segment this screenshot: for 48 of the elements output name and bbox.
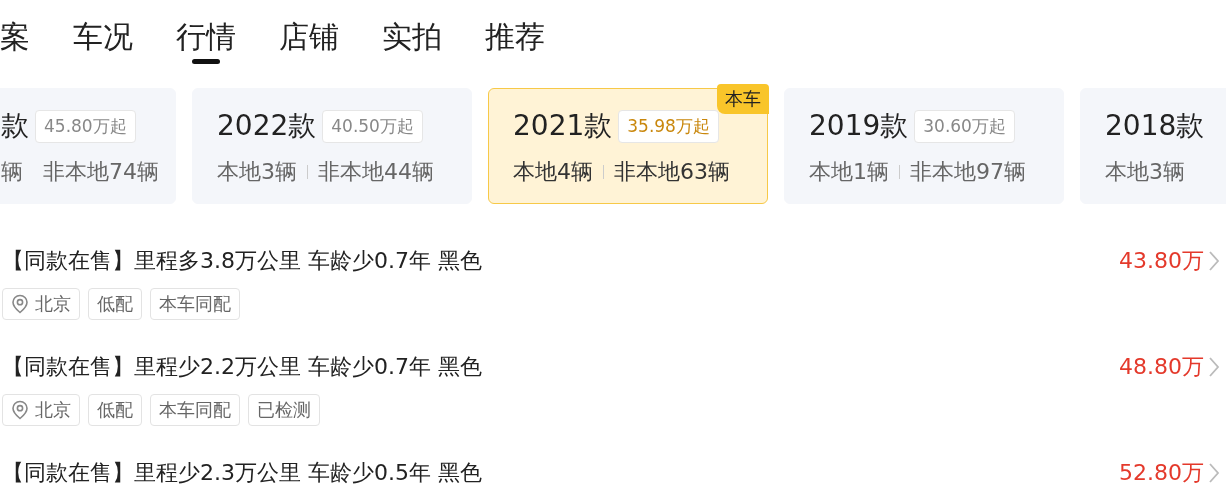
chevron-right-icon	[1208, 356, 1220, 378]
model-year: 款	[1, 108, 29, 144]
starting-price: 40.50万起	[322, 109, 423, 143]
starting-price: 30.60万起	[914, 109, 1015, 143]
model-year-card[interactable]: 2022款 40.50万起 本地3辆 非本地44辆	[192, 88, 472, 204]
starting-price: 45.80万起	[35, 109, 136, 143]
model-year: 2018款	[1105, 108, 1205, 144]
nonlocal-count: 非本地44辆	[318, 158, 434, 186]
tab[interactable]: 车况	[73, 14, 133, 62]
tab[interactable]: 店铺	[279, 14, 339, 62]
tab[interactable]: 行情	[176, 14, 236, 62]
listing-price[interactable]: 43.80万	[1119, 246, 1220, 276]
starting-price: 35.98万起	[618, 109, 719, 143]
nonlocal-count: 非本地63辆	[614, 158, 730, 186]
listing-price[interactable]: 52.80万	[1119, 458, 1220, 488]
model-year: 2019款	[809, 108, 909, 144]
feature-tag: 低配	[88, 394, 142, 426]
nonlocal-count: 非本地74辆	[43, 158, 159, 186]
tab[interactable]: 案	[0, 14, 30, 62]
local-count: 本地4辆	[513, 158, 593, 186]
location-pin-icon	[11, 294, 29, 314]
tab[interactable]: 实拍	[382, 14, 442, 62]
active-tab-indicator	[192, 59, 220, 64]
tab[interactable]: 推荐	[485, 14, 545, 62]
listing-title[interactable]: 【同款在售】里程少2.2万公里 车龄少0.7年 黑色	[2, 352, 482, 382]
model-year-card[interactable]: 2018款 本地3辆	[1080, 88, 1226, 204]
chevron-right-icon	[1208, 250, 1220, 272]
location-tag: 北京	[2, 394, 80, 426]
model-year-card[interactable]: 款 45.80万起 辆 非本地74辆	[0, 88, 176, 204]
listing-price[interactable]: 48.80万	[1119, 352, 1220, 382]
local-count: 本地3辆	[217, 158, 297, 186]
listing-title[interactable]: 【同款在售】里程少2.3万公里 车龄少0.5年 黑色	[2, 458, 482, 488]
feature-tag: 已检测	[248, 394, 320, 426]
feature-tag: 本车同配	[150, 394, 240, 426]
model-year-card[interactable]: 2019款 30.60万起 本地1辆 非本地97辆	[784, 88, 1064, 204]
local-count: 本地1辆	[809, 158, 889, 186]
nonlocal-count: 非本地97辆	[910, 158, 1026, 186]
local-count: 本地3辆	[1105, 158, 1185, 186]
local-count: 辆	[1, 158, 23, 186]
chevron-right-icon	[1208, 462, 1220, 484]
listing-title[interactable]: 【同款在售】里程多3.8万公里 车龄少0.7年 黑色	[2, 246, 482, 276]
location-tag: 北京	[2, 288, 80, 320]
feature-tag: 本车同配	[150, 288, 240, 320]
model-year: 2022款	[217, 108, 317, 144]
location-pin-icon	[11, 400, 29, 420]
feature-tag: 低配	[88, 288, 142, 320]
current-car-badge: 本车	[717, 84, 769, 114]
model-year: 2021款	[513, 108, 613, 144]
